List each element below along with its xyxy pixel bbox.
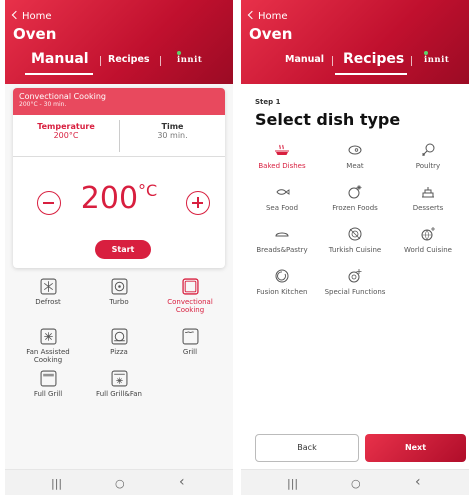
active-tab-indicator: [335, 73, 407, 75]
app-header: Home Oven Manual Recipes innit: [5, 0, 233, 84]
params-row: Temperature 200°C Time 30 min.: [13, 118, 225, 153]
tab-separator: [160, 56, 161, 66]
bread-icon: [275, 232, 289, 237]
meat-icon: [348, 145, 362, 155]
world-cuisine-icon: [421, 227, 435, 241]
frozen-icon: [348, 185, 362, 199]
fan-assisted-icon: [40, 328, 56, 345]
turbo-icon: [111, 278, 127, 295]
divider: [13, 156, 225, 157]
grill-icon: [182, 328, 198, 345]
tab-separator: [411, 56, 412, 66]
step-label: Step 1: [255, 98, 281, 106]
home-nav-icon[interactable]: ○: [115, 477, 125, 490]
dish-desserts[interactable]: Desserts: [393, 184, 463, 212]
recipes-screen: Home Oven Manual Recipes innit Step 1 Se…: [241, 0, 469, 495]
tab-innit[interactable]: innit: [177, 55, 202, 65]
tab-separator: [332, 56, 333, 66]
tab-manual[interactable]: Manual: [31, 51, 89, 67]
cooking-card: Convectional Cooking 200°C - 30 min. Tem…: [13, 88, 225, 268]
chevron-left-icon: [247, 10, 257, 20]
function-fan-assisted[interactable]: Fan Assisted Cooking: [13, 328, 83, 364]
tab-innit[interactable]: innit: [424, 55, 449, 65]
page-title: Oven: [13, 25, 57, 43]
mode-name: Convectional Cooking: [19, 92, 106, 101]
temperature-number: 200: [80, 181, 139, 216]
temperature-param[interactable]: Temperature 200°C: [13, 122, 119, 140]
app-header: Home Oven Manual Recipes innit: [241, 0, 469, 84]
defrost-icon: [40, 278, 56, 295]
back-button[interactable]: Back: [255, 434, 359, 462]
back-nav-icon[interactable]: ‹: [179, 474, 185, 490]
function-grill[interactable]: Grill: [155, 328, 225, 356]
dessert-icon: [422, 187, 434, 198]
chevron-left-icon: [11, 10, 21, 20]
time-label: Time: [161, 122, 184, 131]
recents-nav-icon[interactable]: |||: [51, 477, 62, 490]
function-full-grill[interactable]: Full Grill: [13, 370, 83, 398]
start-button[interactable]: Start: [95, 240, 151, 259]
tab-separator: [100, 56, 101, 66]
turkish-cuisine-icon: [348, 227, 362, 241]
temperature-value: 200°C: [53, 131, 79, 140]
manual-screen: Home Oven Manual Recipes innit Convectio…: [5, 0, 233, 495]
system-nav-bar: ||| ○ ‹: [241, 469, 469, 495]
home-link[interactable]: Home: [247, 10, 288, 22]
increase-button[interactable]: [186, 191, 210, 215]
function-convectional[interactable]: Convectional Cooking: [155, 278, 225, 314]
system-nav-bar: ||| ○ ‹: [5, 469, 233, 495]
pizza-icon: [111, 328, 127, 345]
dish-frozen-foods[interactable]: Frozen Foods: [320, 184, 390, 212]
dish-fusion-kitchen[interactable]: Fusion Kitchen: [247, 268, 317, 296]
tab-recipes[interactable]: Recipes: [108, 54, 150, 65]
full-grill-icon: [40, 370, 56, 387]
section-heading: Select dish type: [255, 110, 401, 129]
dish-breads-pastry[interactable]: Breads&Pastry: [247, 226, 317, 254]
back-nav-icon[interactable]: ‹: [415, 474, 421, 490]
recents-nav-icon[interactable]: |||: [287, 477, 298, 490]
dish-baked-dishes[interactable]: Baked Dishes: [247, 142, 317, 170]
tab-recipes[interactable]: Recipes: [343, 51, 404, 67]
full-grill-fan-icon: [111, 370, 127, 387]
next-button[interactable]: Next: [365, 434, 466, 462]
page-title: Oven: [249, 25, 293, 43]
innit-status-dot: [424, 51, 428, 55]
innit-status-dot: [177, 51, 181, 55]
time-param[interactable]: Time 30 min.: [120, 122, 225, 140]
dish-special-functions[interactable]: Special Functions: [320, 268, 390, 296]
fusion-icon: [275, 269, 289, 283]
dish-sea-food[interactable]: Sea Food: [247, 184, 317, 212]
dish-world-cuisine[interactable]: World Cuisine: [393, 226, 463, 254]
poultry-icon: [422, 143, 435, 156]
function-turbo[interactable]: Turbo: [84, 278, 154, 306]
temperature-label: Temperature: [37, 122, 95, 131]
function-pizza[interactable]: Pizza: [84, 328, 154, 356]
convectional-icon: [181, 278, 199, 295]
mode-summary: 200°C - 30 min.: [19, 101, 67, 108]
time-value: 30 min.: [157, 131, 188, 140]
function-full-grill-fan[interactable]: Full Grill&Fan: [84, 370, 154, 398]
dish-meat[interactable]: Meat: [320, 142, 390, 170]
tab-manual[interactable]: Manual: [285, 54, 324, 65]
dish-poultry[interactable]: Poultry: [393, 142, 463, 170]
tab-bar: Manual Recipes innit: [5, 51, 233, 75]
active-tab-indicator: [25, 73, 93, 75]
function-defrost[interactable]: Defrost: [13, 278, 83, 306]
tab-bar: Manual Recipes innit: [241, 51, 469, 75]
temperature-unit: °C: [138, 181, 158, 200]
selected-mode-header: Convectional Cooking 200°C - 30 min.: [13, 88, 225, 115]
home-link[interactable]: Home: [11, 10, 52, 22]
special-functions-icon: [348, 269, 362, 283]
dish-turkish-cuisine[interactable]: Turkish Cuisine: [320, 226, 390, 254]
home-nav-icon[interactable]: ○: [351, 477, 361, 490]
baked-dish-icon: [275, 144, 289, 155]
fish-icon: [276, 189, 290, 195]
